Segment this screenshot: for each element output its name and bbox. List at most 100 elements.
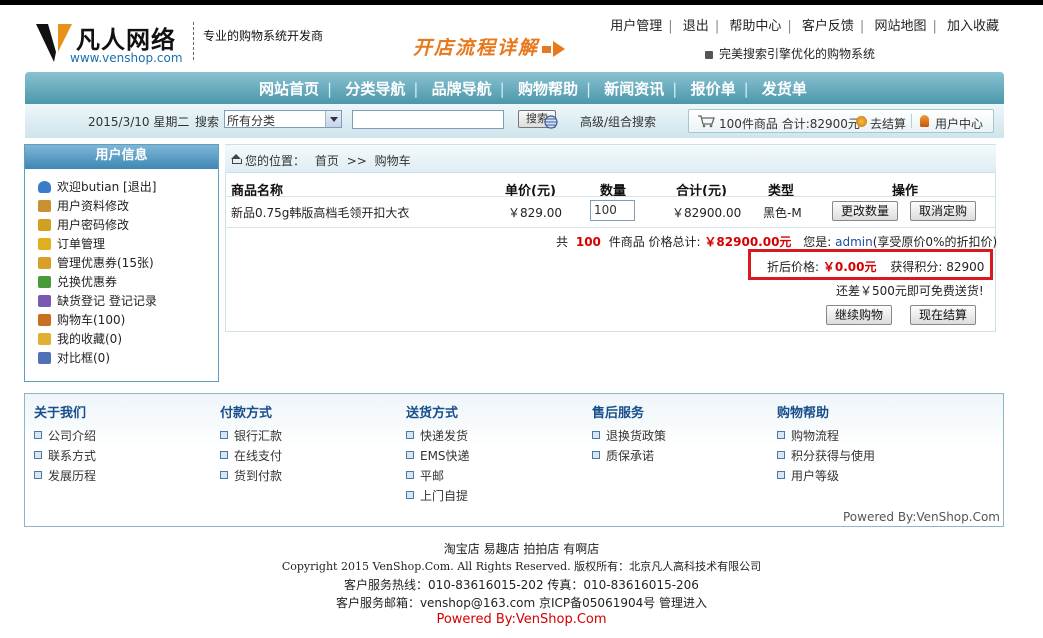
bullet-icon xyxy=(34,471,42,479)
breadcrumb-prefix: 您的位置： xyxy=(245,154,306,168)
sidebar-item-favorites[interactable]: 我的收藏(0) xyxy=(38,330,122,347)
footer-col-title: 付款方式 xyxy=(220,406,273,421)
footer-link[interactable]: 联系方式 xyxy=(34,447,96,467)
bullet-icon xyxy=(406,491,414,499)
search-globe-icon xyxy=(544,115,558,129)
sidebar-item-exchange[interactable]: 兑换优惠券 xyxy=(38,273,117,290)
menu-home[interactable]: 网站首页 xyxy=(259,80,319,98)
top-link-help[interactable]: 帮助中心 xyxy=(729,19,781,34)
bullet-icon xyxy=(777,451,785,459)
menu-news[interactable]: 新闻资讯 xyxy=(604,80,664,98)
menu-category[interactable]: 分类导航 xyxy=(345,80,405,98)
footer-link[interactable]: EMS快递 xyxy=(406,447,470,467)
footer-link[interactable]: 银行汇款 xyxy=(220,427,282,447)
menu-brand[interactable]: 品牌导航 xyxy=(432,80,492,98)
bullet-icon xyxy=(220,451,228,459)
quantity-input[interactable]: 100 xyxy=(590,200,635,221)
continue-shopping-button[interactable]: 继续购物 xyxy=(826,305,892,325)
user-center-icon xyxy=(920,115,929,127)
footer-link[interactable]: 退换货政策 xyxy=(592,427,666,447)
footer-link[interactable]: 积分获得与使用 xyxy=(777,447,875,467)
top-link-user-manage[interactable]: 用户管理 xyxy=(610,19,662,34)
category-select[interactable]: 所有分类 xyxy=(224,110,342,128)
top-link-favorite[interactable]: 加入收藏 xyxy=(947,19,999,34)
sidebar-item-stockout[interactable]: 缺货登记 登记记录 xyxy=(38,292,157,309)
coupon-icon xyxy=(38,257,51,269)
member-name: admin xyxy=(835,235,873,249)
site-logo[interactable]: 凡人网络 www.venshop.com xyxy=(34,18,194,68)
top-links: 用户管理 | 退出 | 帮助中心 | 客户反馈 | 网站地图 | 加入收藏 xyxy=(610,15,999,34)
advanced-search-link[interactable]: 高级/组合搜索 xyxy=(580,113,656,130)
cart-summary-text[interactable]: 100件商品 合计:82900元 xyxy=(719,115,860,132)
contact-email: 客户服务邮箱：venshop@163.com 京ICP备05061904号 管理… xyxy=(335,596,708,610)
top-link-feedback[interactable]: 客户反馈 xyxy=(802,19,854,34)
chevron-down-icon xyxy=(325,111,341,127)
sidebar-item-orders[interactable]: 订单管理 xyxy=(38,235,105,252)
discount-label: 折后价格: xyxy=(767,260,820,274)
profile-icon xyxy=(38,200,51,212)
divider: | xyxy=(743,80,749,98)
sidebar-item-label: 用户密码修改 xyxy=(57,218,130,232)
product-subtotal: ￥82900.00 xyxy=(672,206,742,220)
footer-link[interactable]: 购物流程 xyxy=(777,427,875,447)
footer-link[interactable]: 发展历程 xyxy=(34,467,96,487)
order-icon xyxy=(38,238,51,250)
footer-col-title: 购物帮助 xyxy=(777,406,830,421)
footer-link[interactable]: 质保承诺 xyxy=(592,447,666,467)
product-price: ￥829.00 xyxy=(508,206,562,220)
store-links[interactable]: 淘宝店 易趣店 拍拍店 有啊店 xyxy=(0,540,1043,557)
footer-link[interactable]: 用户等级 xyxy=(777,467,875,487)
cart-icon[interactable] xyxy=(697,114,715,128)
footer-col-delivery: 送货方式 快递发货 EMS快递 平邮 上门自提 xyxy=(406,402,470,507)
footer-col-title: 售后服务 xyxy=(592,406,645,421)
sidebar-item-label: 欢迎butian [退出] xyxy=(57,180,157,194)
search-label: 搜索 xyxy=(195,115,220,129)
top-link-logout[interactable]: 退出 xyxy=(683,19,709,34)
footer-link[interactable]: 在线支付 xyxy=(220,447,282,467)
sidebar-item-coupons[interactable]: 管理优惠券(15张) xyxy=(38,254,154,271)
checkout-link[interactable]: 去结算 xyxy=(870,115,906,132)
cart-total-line: 共 100 件商品 价格总计: ￥82900.00元 您是: admin(享受原… xyxy=(556,233,997,250)
lock-icon xyxy=(38,219,51,231)
sidebar-item-label: 管理优惠券(15张) xyxy=(57,256,154,270)
top-link-sitemap[interactable]: 网站地图 xyxy=(874,19,926,34)
footer-link[interactable]: 快递发货 xyxy=(406,427,470,447)
powered-by-box[interactable]: Powered By:VenShop.Com xyxy=(843,510,1000,524)
menu-shipping[interactable]: 发货单 xyxy=(762,80,807,98)
sidebar-item-welcome[interactable]: 欢迎butian [退出] xyxy=(38,178,156,195)
user-center-link[interactable]: 用户中心 xyxy=(935,115,983,132)
powered-by[interactable]: Powered By:VenShop.Com xyxy=(0,612,1043,627)
coin-icon xyxy=(856,116,867,127)
cancel-order-button[interactable]: 取消定购 xyxy=(910,201,976,221)
footer-col-title: 关于我们 xyxy=(34,406,87,421)
bullet-icon xyxy=(220,431,228,439)
footer-link[interactable]: 货到付款 xyxy=(220,467,282,487)
store-flow-text: 开店流程详解 xyxy=(413,37,540,59)
menu-help[interactable]: 购物帮助 xyxy=(518,80,578,98)
bullet-icon xyxy=(406,451,414,459)
footer-link[interactable]: 上门自提 xyxy=(406,487,470,507)
footer-col-payment: 付款方式 银行汇款 在线支付 货到付款 xyxy=(220,402,282,487)
divider: | xyxy=(327,80,333,98)
breadcrumb-home[interactable]: 首页 xyxy=(315,154,339,168)
logo-name: 凡人网络 xyxy=(76,25,176,54)
footer-col-shopping-help: 购物帮助 购物流程 积分获得与使用 用户等级 xyxy=(777,402,875,487)
checkout-button[interactable]: 现在结算 xyxy=(910,305,976,325)
update-quantity-button[interactable]: 更改数量 xyxy=(832,201,898,221)
store-flow-banner[interactable]: 开店流程详解 xyxy=(413,33,566,60)
footer-col-title: 送货方式 xyxy=(406,406,459,421)
bullet-icon xyxy=(777,431,785,439)
footer-link[interactable]: 平邮 xyxy=(406,467,470,487)
sidebar-item-password[interactable]: 用户密码修改 xyxy=(38,216,129,233)
sidebar-item-compare[interactable]: 对比框(0) xyxy=(38,349,110,366)
logo-url: www.venshop.com xyxy=(70,51,183,65)
sidebar-item-profile[interactable]: 用户资料修改 xyxy=(38,197,129,214)
category-selected: 所有分类 xyxy=(227,114,276,128)
sidebar-item-cart[interactable]: 购物车(100) xyxy=(38,311,125,328)
product-name[interactable]: 新品0.75g韩版高档毛领开扣大衣 xyxy=(231,204,409,221)
bullet-icon xyxy=(34,431,42,439)
footer-link[interactable]: 公司介绍 xyxy=(34,427,96,447)
search-input[interactable] xyxy=(352,110,504,129)
menu-quote[interactable]: 报价单 xyxy=(691,80,736,98)
notice: 完美搜索引擎优化的购物系统 xyxy=(705,45,875,62)
